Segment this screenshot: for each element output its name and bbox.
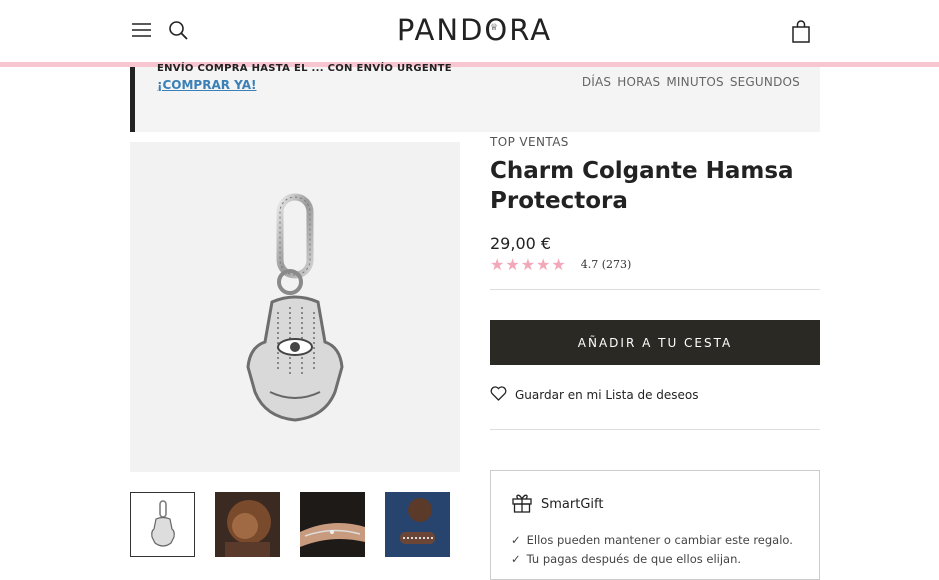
thumbnail-strip — [130, 492, 450, 557]
list-item: ✓ Tu pagas después de que ellos elijan. — [511, 550, 793, 569]
countdown-days-label: DÍAS — [581, 75, 612, 89]
menu-icon[interactable] — [130, 20, 152, 40]
countdown-minutes-label: MINUTOS — [666, 75, 724, 89]
divider — [490, 429, 820, 430]
pandora-logo[interactable]: ♕ PANDORA — [392, 10, 557, 50]
divider — [490, 289, 820, 290]
smartgift-title: SmartGift — [541, 496, 604, 512]
promo-text: ENVÍO COMPRA HASTA EL ... CON ENVÍO URGE… — [157, 63, 452, 74]
wishlist-label: Guardar en mi Lista de deseos — [515, 388, 699, 402]
product-rating[interactable]: ★★★★★ 4.7 (273) — [490, 255, 631, 274]
crown-icon: ♕ — [490, 23, 499, 33]
shop-now-link[interactable]: ¡COMPRAR YA! — [157, 78, 256, 92]
thumbnail-charm[interactable] — [130, 492, 195, 557]
rating-stars: ★★★★★ — [490, 255, 567, 274]
smartgift-benefits: ✓ Ellos pueden mantener o cambiar este r… — [511, 531, 793, 569]
wishlist-link[interactable]: Guardar en mi Lista de deseos — [490, 386, 699, 404]
smartgift-header: SmartGift — [511, 491, 603, 517]
shopping-bag-icon[interactable] — [790, 19, 812, 43]
thumbnail-model-portrait[interactable] — [215, 492, 280, 557]
countdown: DÍAS HORAS MINUTOS SEGUNDOS — [582, 75, 800, 89]
product-price: 29,00 € — [490, 234, 552, 253]
add-to-cart-button[interactable]: AÑADIR A TU CESTA — [490, 320, 820, 365]
check-icon: ✓ — [511, 533, 521, 547]
product-title: Charm Colgante Hamsa Protectora — [490, 158, 794, 214]
product-category: TOP VENTAS — [490, 135, 569, 149]
check-icon: ✓ — [511, 552, 521, 566]
site-header: ♕ PANDORA — [0, 0, 939, 62]
list-item: ✓ Ellos pueden mantener o cambiar este r… — [511, 531, 793, 550]
thumbnail-bracelet-wrist[interactable] — [300, 492, 365, 557]
product-main-image[interactable] — [130, 142, 460, 472]
heart-icon — [490, 386, 507, 404]
promo-banner: ENVÍO COMPRA HASTA EL ... CON ENVÍO URGE… — [130, 63, 820, 132]
smartgift-box: SmartGift ✓ Ellos pueden mantener o camb… — [490, 470, 820, 580]
countdown-seconds-label: SEGUNDOS — [729, 75, 800, 89]
gift-icon — [511, 491, 533, 517]
hamsa-charm-illustration — [246, 193, 344, 422]
thumbnail-model-denim[interactable] — [385, 492, 450, 557]
search-icon[interactable] — [167, 19, 189, 41]
benefit-text: Tu pagas después de que ellos elijan. — [526, 552, 742, 566]
countdown-hours-label: HORAS — [617, 75, 661, 89]
benefit-text: Ellos pueden mantener o cambiar este reg… — [526, 533, 793, 547]
rating-value: 4.7 (273) — [580, 258, 632, 271]
brand-name: PANDORA — [396, 13, 553, 47]
